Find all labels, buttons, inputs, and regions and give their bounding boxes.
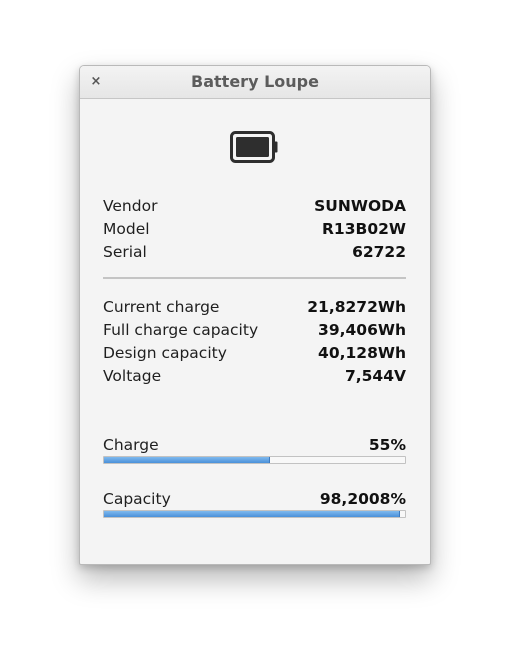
current-charge-row: Current charge 21,8272Wh bbox=[103, 296, 406, 318]
design-capacity-label: Design capacity bbox=[103, 344, 227, 362]
voltage-label: Voltage bbox=[103, 367, 162, 385]
current-charge-label: Current charge bbox=[103, 298, 220, 316]
window-title: Battery Loupe bbox=[191, 72, 319, 91]
charge-row: Charge 55% bbox=[103, 434, 406, 456]
separator bbox=[103, 277, 406, 279]
battery-loupe-window: Battery Loupe × Vendor SUNWODA Model R13… bbox=[79, 65, 431, 565]
charge-progress-bar bbox=[103, 456, 406, 464]
capacity-value: 98,2008% bbox=[319, 490, 406, 508]
full-capacity-label: Full charge capacity bbox=[103, 321, 259, 339]
charge-value: 55% bbox=[368, 436, 406, 454]
charge-label: Charge bbox=[103, 436, 159, 454]
serial-value: 62722 bbox=[352, 243, 406, 261]
model-row: Model R13B02W bbox=[103, 218, 406, 240]
full-capacity-row: Full charge capacity 39,406Wh bbox=[103, 319, 406, 341]
voltage-value: 7,544V bbox=[344, 367, 406, 385]
capacity-label: Capacity bbox=[103, 490, 171, 508]
design-capacity-row: Design capacity 40,128Wh bbox=[103, 342, 406, 364]
full-capacity-value: 39,406Wh bbox=[318, 321, 406, 339]
capacity-row: Capacity 98,2008% bbox=[103, 488, 406, 510]
voltage-row: Voltage 7,544V bbox=[103, 365, 406, 387]
charge-progress-fill bbox=[104, 457, 270, 463]
serial-label: Serial bbox=[103, 243, 147, 261]
title-bar: Battery Loupe × bbox=[80, 66, 430, 99]
model-value: R13B02W bbox=[322, 220, 406, 238]
capacity-progress-bar bbox=[103, 510, 406, 518]
vendor-value: SUNWODA bbox=[314, 197, 406, 215]
vendor-label: Vendor bbox=[103, 197, 158, 215]
close-button[interactable]: × bbox=[87, 73, 105, 91]
vendor-row: Vendor SUNWODA bbox=[103, 195, 406, 217]
serial-row: Serial 62722 bbox=[103, 241, 406, 263]
battery-icon bbox=[230, 131, 278, 163]
capacity-progress-fill bbox=[104, 511, 400, 517]
model-label: Model bbox=[103, 220, 150, 238]
current-charge-value: 21,8272Wh bbox=[307, 298, 406, 316]
design-capacity-value: 40,128Wh bbox=[318, 344, 406, 362]
